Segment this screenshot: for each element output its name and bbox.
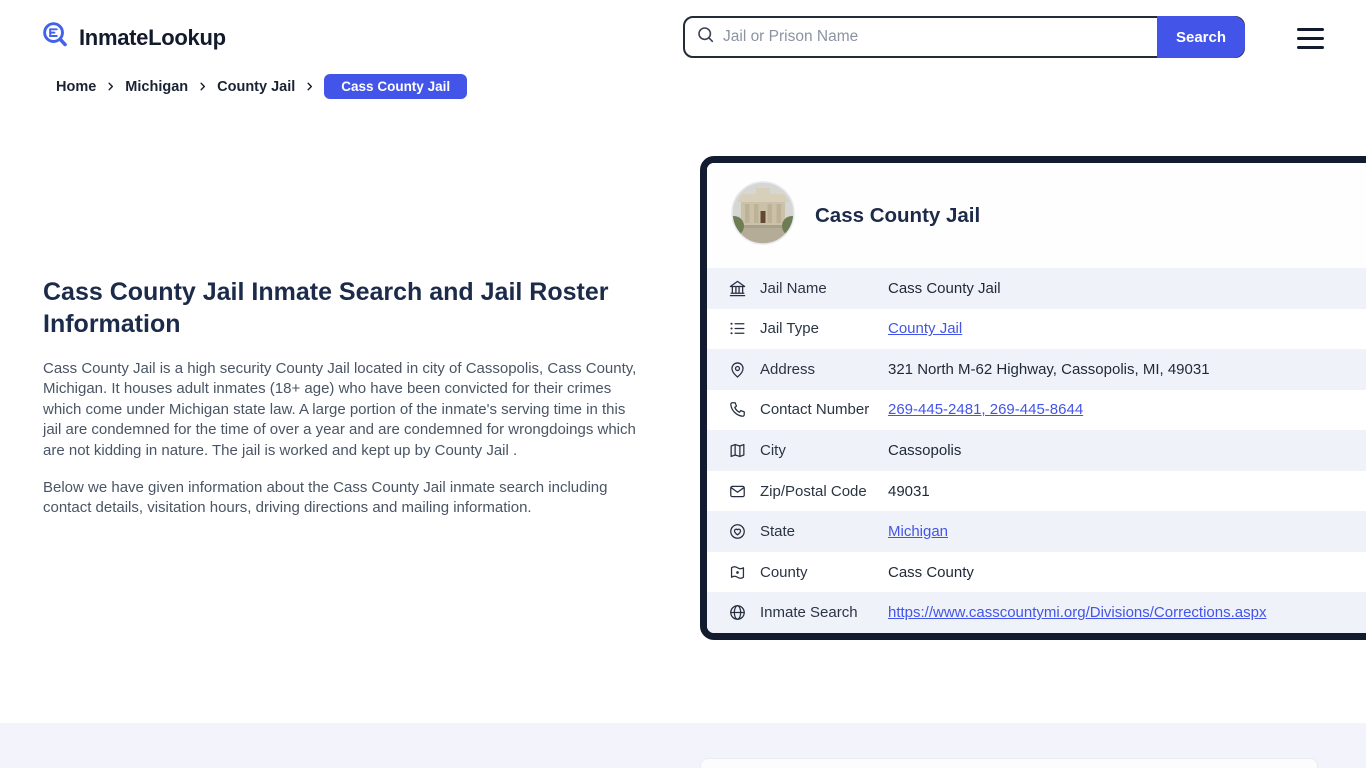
breadcrumb: Home Michigan County Jail Cass County Ja…: [56, 74, 468, 99]
location-pin-icon: [727, 359, 747, 379]
row-value: Cass County Jail: [888, 279, 1001, 297]
bank-icon: [727, 278, 747, 298]
row-label: Address: [760, 360, 816, 378]
row-value: Cassopolis: [888, 441, 962, 459]
row-label: Inmate Search: [760, 604, 858, 622]
jail-search-bar: Search: [683, 16, 1245, 58]
menu-icon[interactable]: [1297, 28, 1324, 49]
row-label: State: [760, 523, 796, 541]
table-row: Jail Name Cass County Jail: [707, 268, 1366, 309]
row-label: Contact Number: [760, 401, 870, 419]
jail-info-card: Cass County Jail Jail Name Cass County J…: [700, 156, 1366, 640]
jail-card-header: Cass County Jail: [707, 163, 1366, 268]
table-row: Contact Number 269-445-2481, 269-445-864…: [707, 390, 1366, 431]
row-value: 49031: [888, 482, 930, 500]
magnifier-document-icon: [40, 20, 71, 56]
inmate-search-link[interactable]: https://www.casscountymi.org/Divisions/C…: [888, 604, 1266, 621]
breadcrumb-home[interactable]: Home: [56, 79, 96, 95]
article-paragraph: Below we have given information about th…: [43, 478, 608, 517]
map-icon: [727, 440, 747, 460]
jail-type-link[interactable]: County Jail: [888, 320, 962, 337]
row-value: Cass County: [888, 563, 974, 581]
table-row: County Cass County: [707, 552, 1366, 593]
jail-photo-avatar: [731, 181, 795, 250]
jail-details-table: Jail Name Cass County Jail Jail Type Cou…: [707, 268, 1366, 633]
globe-icon: [727, 603, 747, 623]
list-icon: [727, 319, 747, 339]
row-label: Jail Type: [760, 320, 819, 338]
table-row: Inmate Search https://www.casscountymi.o…: [707, 592, 1366, 633]
row-label: Zip/Postal Code: [760, 482, 867, 500]
row-value: 321 North M-62 Highway, Cassopolis, MI, …: [888, 360, 1210, 378]
table-row: State Michigan: [707, 511, 1366, 552]
row-label: County: [760, 563, 808, 581]
county-map-icon: [727, 562, 747, 582]
breadcrumb-current-badge: Cass County Jail: [324, 74, 468, 99]
article: Cass County Jail Inmate Search and Jail …: [43, 276, 639, 536]
row-label: City: [760, 441, 786, 459]
brand-logo[interactable]: InmateLookup: [40, 20, 226, 56]
envelope-icon: [727, 481, 747, 501]
phone-icon: [727, 400, 747, 420]
breadcrumb-county-jail[interactable]: County Jail: [217, 79, 295, 95]
chevron-right-icon: [307, 82, 313, 91]
row-label: Jail Name: [760, 279, 827, 297]
state-link[interactable]: Michigan: [888, 523, 948, 540]
globe-state-icon: [727, 522, 747, 542]
brand-name: InmateLookup: [79, 25, 226, 50]
breadcrumb-michigan[interactable]: Michigan: [125, 79, 188, 95]
table-row: Jail Type County Jail: [707, 309, 1366, 350]
table-row: Address 321 North M-62 Highway, Cassopol…: [707, 349, 1366, 390]
article-paragraph: Cass County Jail is a high security Coun…: [43, 360, 637, 459]
chevron-right-icon: [108, 82, 114, 91]
page: InmateLookup Search Home Michigan County…: [0, 0, 1366, 768]
search-icon: [696, 25, 715, 49]
contact-number-link[interactable]: 269-445-2481, 269-445-8644: [888, 401, 1083, 418]
page-title: Cass County Jail Inmate Search and Jail …: [43, 278, 609, 338]
jail-card-title: Cass County Jail: [815, 203, 981, 227]
chevron-right-icon: [200, 82, 206, 91]
search-input[interactable]: [723, 28, 1147, 46]
table-row: Zip/Postal Code 49031: [707, 471, 1366, 512]
search-button[interactable]: Search: [1157, 16, 1245, 58]
next-section-card-edge: [700, 758, 1318, 768]
table-row: City Cassopolis: [707, 430, 1366, 471]
